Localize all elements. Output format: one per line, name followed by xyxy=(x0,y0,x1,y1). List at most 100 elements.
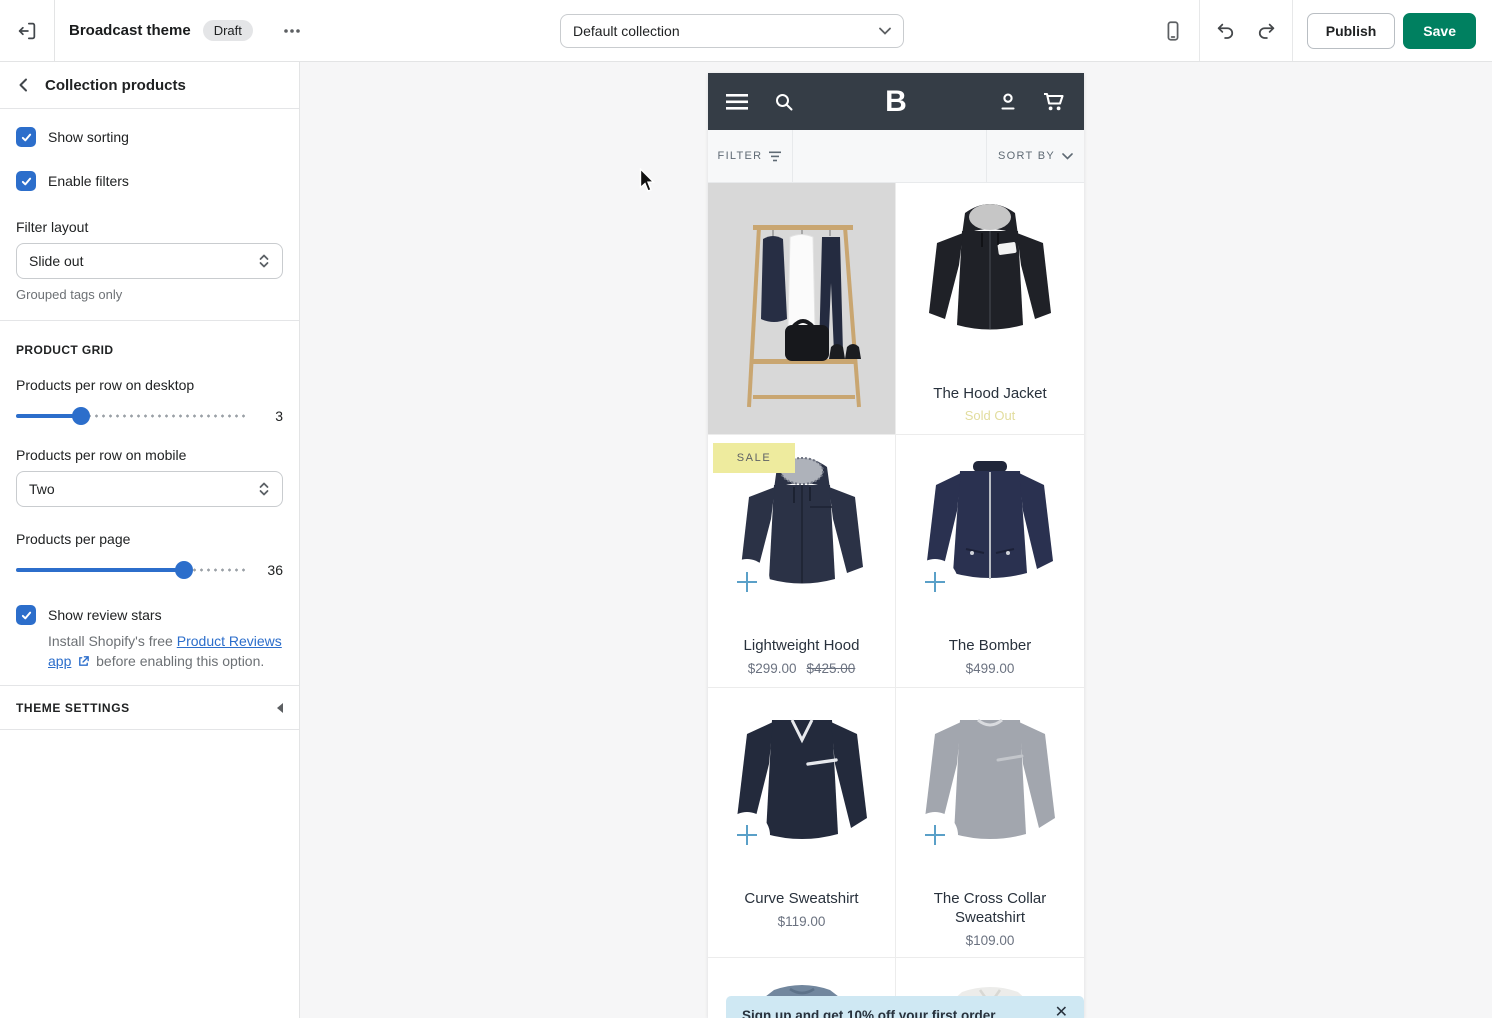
per-page-value: 36 xyxy=(261,562,283,578)
theme-info: Broadcast theme Draft xyxy=(55,20,309,42)
checkbox-label: Enable filters xyxy=(48,173,129,189)
menu-button[interactable] xyxy=(724,88,752,116)
product-card[interactable]: SALE xyxy=(708,435,896,687)
checkbox-enable-filters[interactable]: Enable filters xyxy=(16,171,283,191)
redo-button[interactable] xyxy=(1246,11,1286,51)
hamburger-icon xyxy=(726,94,750,110)
search-button[interactable] xyxy=(770,88,798,116)
mobile-preview-button[interactable] xyxy=(1153,11,1193,51)
per-row-desktop-value: 3 xyxy=(261,408,283,424)
external-link-icon xyxy=(77,655,90,668)
theme-settings-label: THEME SETTINGS xyxy=(16,701,130,715)
newsletter-text: Sign up and get 10% off your first order xyxy=(742,1008,1068,1018)
sort-by-label: SORT BY xyxy=(998,150,1055,162)
product-card[interactable]: The Hood Jacket Sold Out xyxy=(896,183,1084,434)
product-card[interactable]: The Cross Collar Sweatshirt $109.00 xyxy=(896,688,1084,957)
select-chevrons-icon xyxy=(258,253,270,269)
back-button[interactable] xyxy=(16,77,32,93)
product-title[interactable]: The Bomber xyxy=(896,636,1084,655)
sort-by-button[interactable]: SORT BY xyxy=(986,130,1084,182)
price: $299.00 xyxy=(748,661,797,676)
divider xyxy=(1199,0,1200,61)
per-page-slider[interactable] xyxy=(16,561,247,579)
filter-layout-helper: Grouped tags only xyxy=(16,287,283,302)
undo-icon xyxy=(1215,20,1237,42)
filter-label: FILTER xyxy=(718,150,763,162)
product-card[interactable]: Curve Sweatshirt $119.00 xyxy=(708,688,896,957)
undo-button[interactable] xyxy=(1206,11,1246,51)
sold-out-label: Sold Out xyxy=(896,408,1084,423)
product-price: $499.00 xyxy=(896,661,1084,676)
helper-text: before enabling this option. xyxy=(96,653,264,669)
select-chevrons-icon xyxy=(258,481,270,497)
product-title[interactable]: The Cross Collar Sweatshirt xyxy=(896,889,1084,927)
product-price: $109.00 xyxy=(896,933,1084,948)
plus-icon xyxy=(925,572,945,592)
per-page-label: Products per page xyxy=(16,531,283,547)
filter-layout-label: Filter layout xyxy=(16,219,283,235)
product-grid: The Hood Jacket Sold Out SALE xyxy=(708,183,1084,1018)
product-title[interactable]: Lightweight Hood xyxy=(708,636,895,655)
plus-icon xyxy=(925,825,945,845)
quick-add-button[interactable] xyxy=(912,559,958,605)
quick-add-button[interactable] xyxy=(724,812,770,858)
store-preview: B FILTER SORT BY xyxy=(708,73,1084,1018)
settings-sidebar: Collection products Show sorting Enable … xyxy=(0,62,300,1018)
redo-icon xyxy=(1255,20,1277,42)
checkbox-checked-icon xyxy=(16,605,36,625)
plus-icon xyxy=(737,825,757,845)
template-selector-value: Default collection xyxy=(573,23,680,39)
slider-thumb[interactable] xyxy=(175,561,193,579)
slider-thumb[interactable] xyxy=(72,407,90,425)
theme-settings-toggle[interactable]: THEME SETTINGS xyxy=(0,686,299,730)
per-row-mobile-value: Two xyxy=(29,481,55,497)
filter-button[interactable]: FILTER xyxy=(708,130,793,182)
checkbox-show-sorting[interactable]: Show sorting xyxy=(16,127,283,147)
store-header: B xyxy=(708,73,1084,130)
exit-editor-button[interactable] xyxy=(0,0,55,61)
divider xyxy=(1292,0,1293,61)
account-button[interactable] xyxy=(994,88,1022,116)
product-image-hood-jacket xyxy=(896,183,1084,368)
search-icon xyxy=(774,92,794,112)
collection-image-cell[interactable] xyxy=(708,183,896,434)
checkbox-checked-icon xyxy=(16,127,36,147)
save-button[interactable]: Save xyxy=(1403,13,1476,49)
divider xyxy=(0,320,299,321)
section-heading: PRODUCT GRID xyxy=(16,343,283,357)
theme-editor: Broadcast theme Draft Default collection xyxy=(0,0,1492,1018)
checkbox-label: Show review stars xyxy=(48,607,162,623)
chevron-down-icon xyxy=(1062,153,1073,160)
collapse-left-icon xyxy=(277,703,283,713)
sidebar-header: Collection products xyxy=(0,62,299,109)
quick-add-button[interactable] xyxy=(724,559,770,605)
product-card[interactable]: The Bomber $499.00 xyxy=(896,435,1084,687)
panel-title: Collection products xyxy=(45,77,186,94)
account-icon xyxy=(998,92,1018,112)
product-title[interactable]: The Hood Jacket xyxy=(896,384,1084,403)
topbar-actions: Publish Save xyxy=(1153,0,1492,61)
sale-badge: SALE xyxy=(713,443,795,473)
filter-layout-value: Slide out xyxy=(29,253,83,269)
per-row-mobile-label: Products per row on mobile xyxy=(16,447,283,463)
per-row-mobile-select[interactable]: Two xyxy=(16,471,283,507)
close-banner-button[interactable]: ✕ xyxy=(1055,1005,1068,1018)
quick-add-button[interactable] xyxy=(912,812,958,858)
newsletter-banner: Sign up and get 10% off your first order… xyxy=(726,996,1084,1018)
store-logo[interactable]: B xyxy=(885,85,907,119)
cart-button[interactable] xyxy=(1040,88,1068,116)
checkbox-show-review-stars[interactable]: Show review stars xyxy=(16,605,283,625)
template-selector[interactable]: Default collection xyxy=(560,14,904,48)
publish-button[interactable]: Publish xyxy=(1307,13,1396,49)
status-badge: Draft xyxy=(203,20,253,41)
mouse-cursor xyxy=(639,168,657,194)
filter-layout-select[interactable]: Slide out xyxy=(16,243,283,279)
product-title[interactable]: Curve Sweatshirt xyxy=(708,889,895,908)
collection-rack-image xyxy=(708,183,895,434)
product-price: $119.00 xyxy=(708,914,895,929)
plus-icon xyxy=(737,572,757,592)
more-actions-button[interactable] xyxy=(275,20,309,42)
per-row-desktop-slider[interactable] xyxy=(16,407,247,425)
theme-name: Broadcast theme xyxy=(69,22,191,39)
helper-text: Install Shopify's free xyxy=(48,633,173,649)
